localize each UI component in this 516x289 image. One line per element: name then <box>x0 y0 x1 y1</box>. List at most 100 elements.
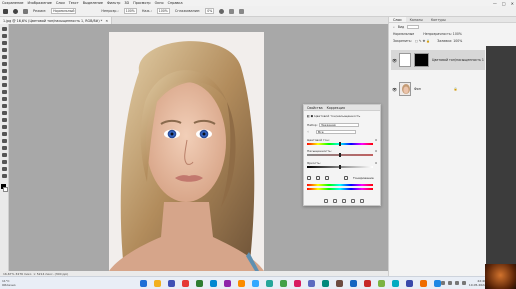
lightness-value[interactable]: 0 <box>375 161 377 165</box>
taskbar-app-icon[interactable] <box>350 280 357 287</box>
menu-item[interactable]: Окно <box>155 1 164 5</box>
smoothing-field[interactable]: 0% <box>205 8 215 14</box>
tab-properties[interactable]: Свойства <box>307 106 323 110</box>
taskbar-app-icon[interactable] <box>294 280 301 287</box>
clip-to-layer-icon[interactable] <box>324 199 328 203</box>
close-icon[interactable]: ✕ <box>511 1 514 6</box>
taskbar-app-icon[interactable] <box>266 280 273 287</box>
taskbar-app-icon[interactable] <box>224 280 231 287</box>
visibility-eye-icon[interactable]: 👁 <box>392 87 397 92</box>
angle-icon[interactable] <box>229 8 235 14</box>
frame-tool-icon[interactable] <box>1 62 7 66</box>
visibility-eye-icon[interactable]: 👁 <box>392 58 397 63</box>
taskbar-app-icon[interactable] <box>378 280 385 287</box>
clock[interactable]: 22:40 10.05.2022 <box>469 279 486 287</box>
tab-paths[interactable]: Контуры <box>427 17 450 22</box>
taskbar-app-icon[interactable] <box>196 280 203 287</box>
taskbar-app-icon[interactable] <box>238 280 245 287</box>
taskbar-app-icon[interactable] <box>420 280 427 287</box>
taskbar-app-icon[interactable] <box>280 280 287 287</box>
crop-tool-icon[interactable] <box>1 55 7 59</box>
marquee-tool-icon[interactable] <box>1 34 7 38</box>
menu-item[interactable]: Текст <box>69 1 79 5</box>
taskbar-app-icon[interactable] <box>168 280 175 287</box>
chevron-up-icon[interactable] <box>441 281 445 285</box>
tab-layers[interactable]: Слои <box>389 17 406 22</box>
hue-value[interactable]: 0 <box>375 138 377 142</box>
lasso-tool-icon[interactable] <box>1 41 7 45</box>
brush-tool-icon[interactable] <box>1 83 7 87</box>
taskbar-app-icon[interactable] <box>336 280 343 287</box>
layer-row-adjustment[interactable]: 👁 Цветовой тон/насыщенность 1 <box>391 50 485 70</box>
taskbar-app-icon[interactable] <box>406 280 413 287</box>
gradient-tool-icon[interactable] <box>1 111 7 115</box>
fill-field[interactable]: Заливка: 100% <box>437 39 462 43</box>
eyedropper-minus-icon[interactable] <box>325 176 329 180</box>
search-icon[interactable]: ⌕ <box>393 25 395 29</box>
taskbar-app-icon[interactable] <box>182 280 189 287</box>
preset-select[interactable]: Заказная <box>319 123 359 127</box>
taskbar-app-icon[interactable] <box>252 280 259 287</box>
brush-settings-icon[interactable] <box>23 8 28 14</box>
delete-icon[interactable] <box>360 199 364 203</box>
network-icon[interactable] <box>448 281 452 285</box>
eyedropper-tool-icon[interactable] <box>1 69 7 73</box>
weather-widget[interactable]: 11°C Облачно <box>2 279 16 287</box>
menu-item[interactable]: Сохранение <box>2 1 24 5</box>
tab-channels[interactable]: Каналы <box>406 17 427 22</box>
blend-mode-select[interactable]: Нормальные <box>393 32 414 36</box>
document-tab[interactable]: 1.jpg @ 16,6% (Цветовой тон/насыщенность… <box>0 17 113 24</box>
type-tool-icon[interactable] <box>1 139 7 143</box>
move-tool-icon[interactable] <box>1 27 7 31</box>
channel-select[interactable]: Все <box>316 130 356 134</box>
reset-icon[interactable] <box>342 199 346 203</box>
history-brush-tool-icon[interactable] <box>1 97 7 101</box>
taskbar-app-icon[interactable] <box>364 280 371 287</box>
background-color-swatch[interactable] <box>3 187 8 192</box>
visibility-toggle-icon[interactable] <box>351 199 355 203</box>
hand-tool-icon[interactable] <box>1 160 7 164</box>
layer-row-background[interactable]: 👁 Фон 🔒 <box>391 79 485 99</box>
language-icon[interactable] <box>462 281 466 285</box>
healing-tool-icon[interactable] <box>1 76 7 80</box>
blur-tool-icon[interactable] <box>1 118 7 122</box>
lock-icon[interactable]: ▢ ✎ ✥ 🔒 <box>415 39 430 43</box>
saturation-value[interactable]: 0 <box>375 149 377 153</box>
brush-tool-icon[interactable] <box>3 8 8 14</box>
taskbar-app-icon[interactable] <box>154 280 161 287</box>
brush-preset-icon[interactable] <box>13 8 18 14</box>
menu-item[interactable]: Изображение <box>28 1 52 5</box>
taskbar-app-icon[interactable] <box>210 280 217 287</box>
taskbar-app-icon[interactable] <box>140 280 147 287</box>
menu-item[interactable]: 3D <box>124 1 129 5</box>
menu-item[interactable]: Справка <box>168 1 183 5</box>
menu-item[interactable]: Слои <box>56 1 65 5</box>
dodge-tool-icon[interactable] <box>1 125 7 129</box>
layer-mask-thumbnail[interactable] <box>414 53 429 67</box>
view-previous-icon[interactable] <box>333 199 337 203</box>
document-tab-close-icon[interactable]: ✕ <box>105 19 108 23</box>
settings-gear-icon[interactable] <box>219 8 225 14</box>
eyedropper-plus-icon[interactable] <box>316 176 320 180</box>
lightness-slider-knob[interactable] <box>339 165 341 169</box>
taskbar-app-icon[interactable] <box>308 280 315 287</box>
mode-select[interactable]: Нормальный <box>51 8 77 14</box>
clone-stamp-tool-icon[interactable] <box>1 90 7 94</box>
maximize-icon[interactable]: □ <box>502 1 506 6</box>
menu-item[interactable]: Просмотр <box>133 1 150 5</box>
quick-select-tool-icon[interactable] <box>1 48 7 52</box>
symmetry-icon[interactable] <box>239 8 245 14</box>
saturation-slider-knob[interactable] <box>339 153 341 157</box>
tab-adjustments[interactable]: Коррекция <box>327 106 345 110</box>
more-tools-icon[interactable] <box>1 174 7 178</box>
colorize-checkbox[interactable] <box>344 176 348 180</box>
taskbar-app-icon[interactable] <box>392 280 399 287</box>
saturation-slider[interactable] <box>307 153 373 157</box>
layer-filter-field[interactable] <box>407 24 420 29</box>
volume-icon[interactable] <box>455 281 459 285</box>
eraser-tool-icon[interactable] <box>1 104 7 108</box>
zoom-tool-icon[interactable] <box>1 167 7 171</box>
eyedropper-icon[interactable] <box>307 176 311 180</box>
taskbar-app-icon[interactable] <box>322 280 329 287</box>
lightness-slider[interactable] <box>307 165 373 169</box>
